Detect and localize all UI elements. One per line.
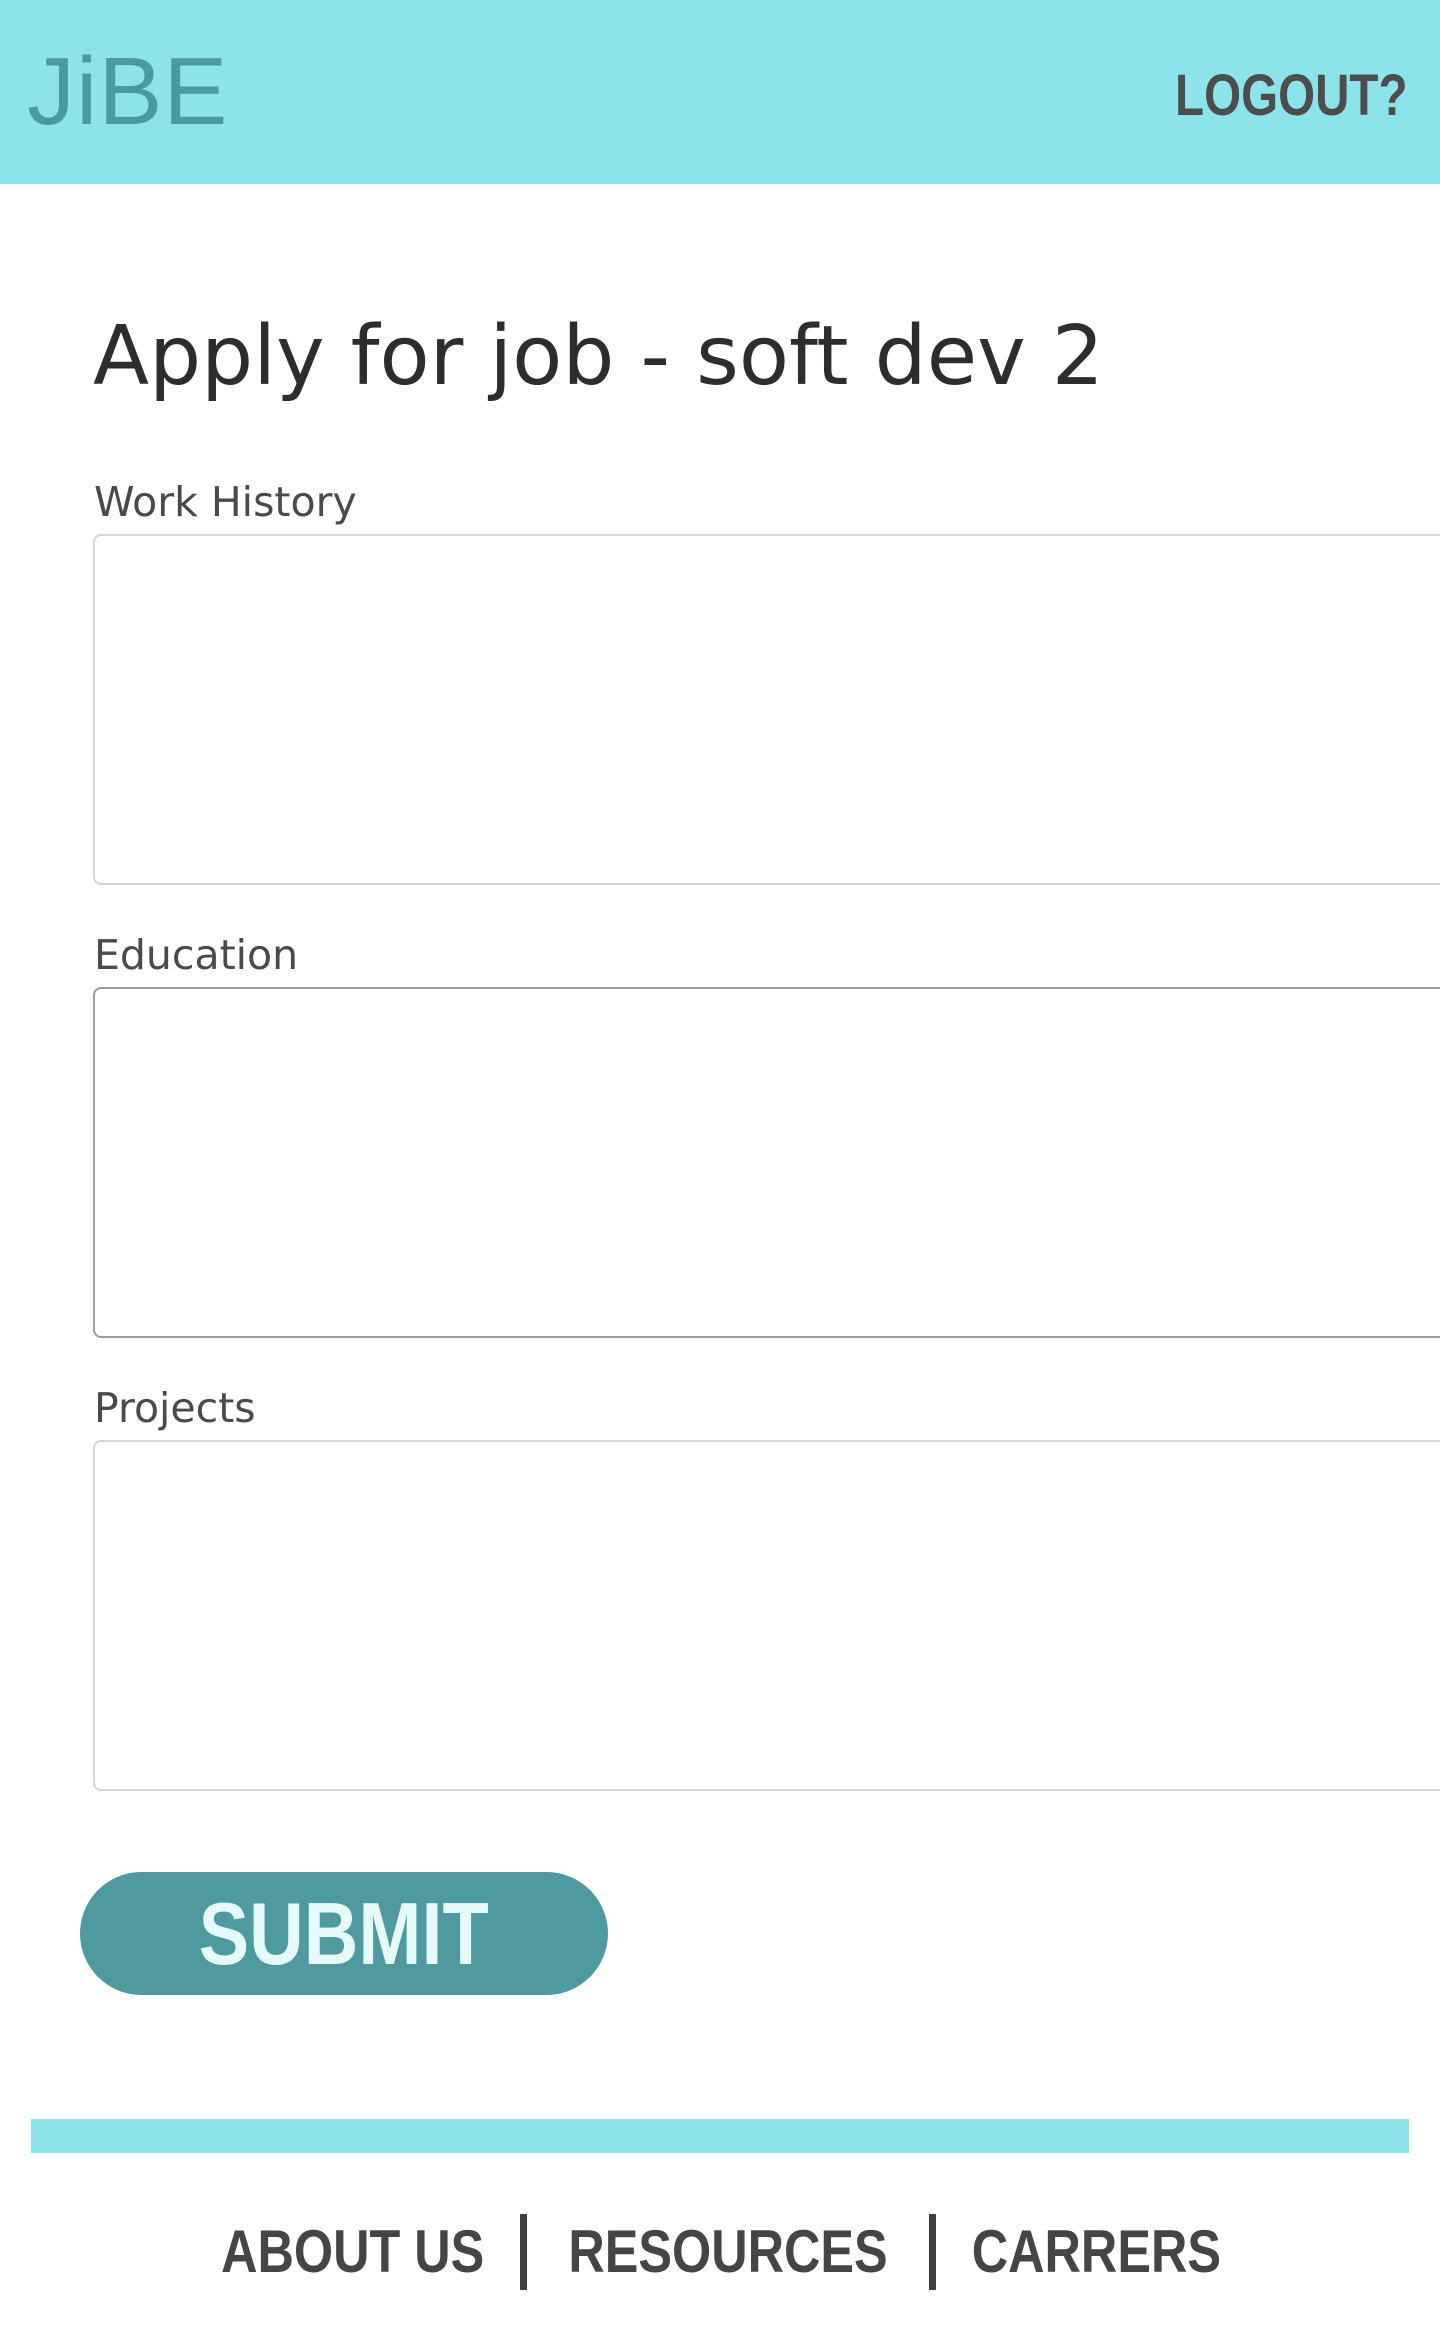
work-history-field[interactable] <box>93 534 1440 885</box>
submit-button[interactable]: SUBMIT <box>80 1872 608 1995</box>
projects-label: Projects <box>94 1384 256 1432</box>
footer-divider <box>31 2119 1409 2153</box>
footer-link-resources[interactable]: RESOURCES <box>569 2212 888 2292</box>
logout-link[interactable]: LOGOUT? <box>1176 58 1408 134</box>
page-title: Apply for job - soft dev 2 <box>93 309 1104 404</box>
work-history-label: Work History <box>94 478 357 526</box>
footer-nav: ABOUT US RESOURCES CARRERS <box>0 2212 1440 2292</box>
footer-link-about-us[interactable]: ABOUT US <box>221 2212 484 2292</box>
top-header: JiBE LOGOUT? <box>0 0 1440 184</box>
projects-field[interactable] <box>93 1440 1440 1791</box>
footer-separator <box>520 2214 528 2290</box>
education-label: Education <box>94 931 299 979</box>
jibe-logo[interactable]: JiBE <box>27 36 228 148</box>
submit-button-label: SUBMIT <box>198 1884 490 1983</box>
footer-link-carrers[interactable]: CARRERS <box>971 2212 1220 2292</box>
education-field[interactable] <box>93 987 1440 1338</box>
footer-separator <box>929 2214 937 2290</box>
